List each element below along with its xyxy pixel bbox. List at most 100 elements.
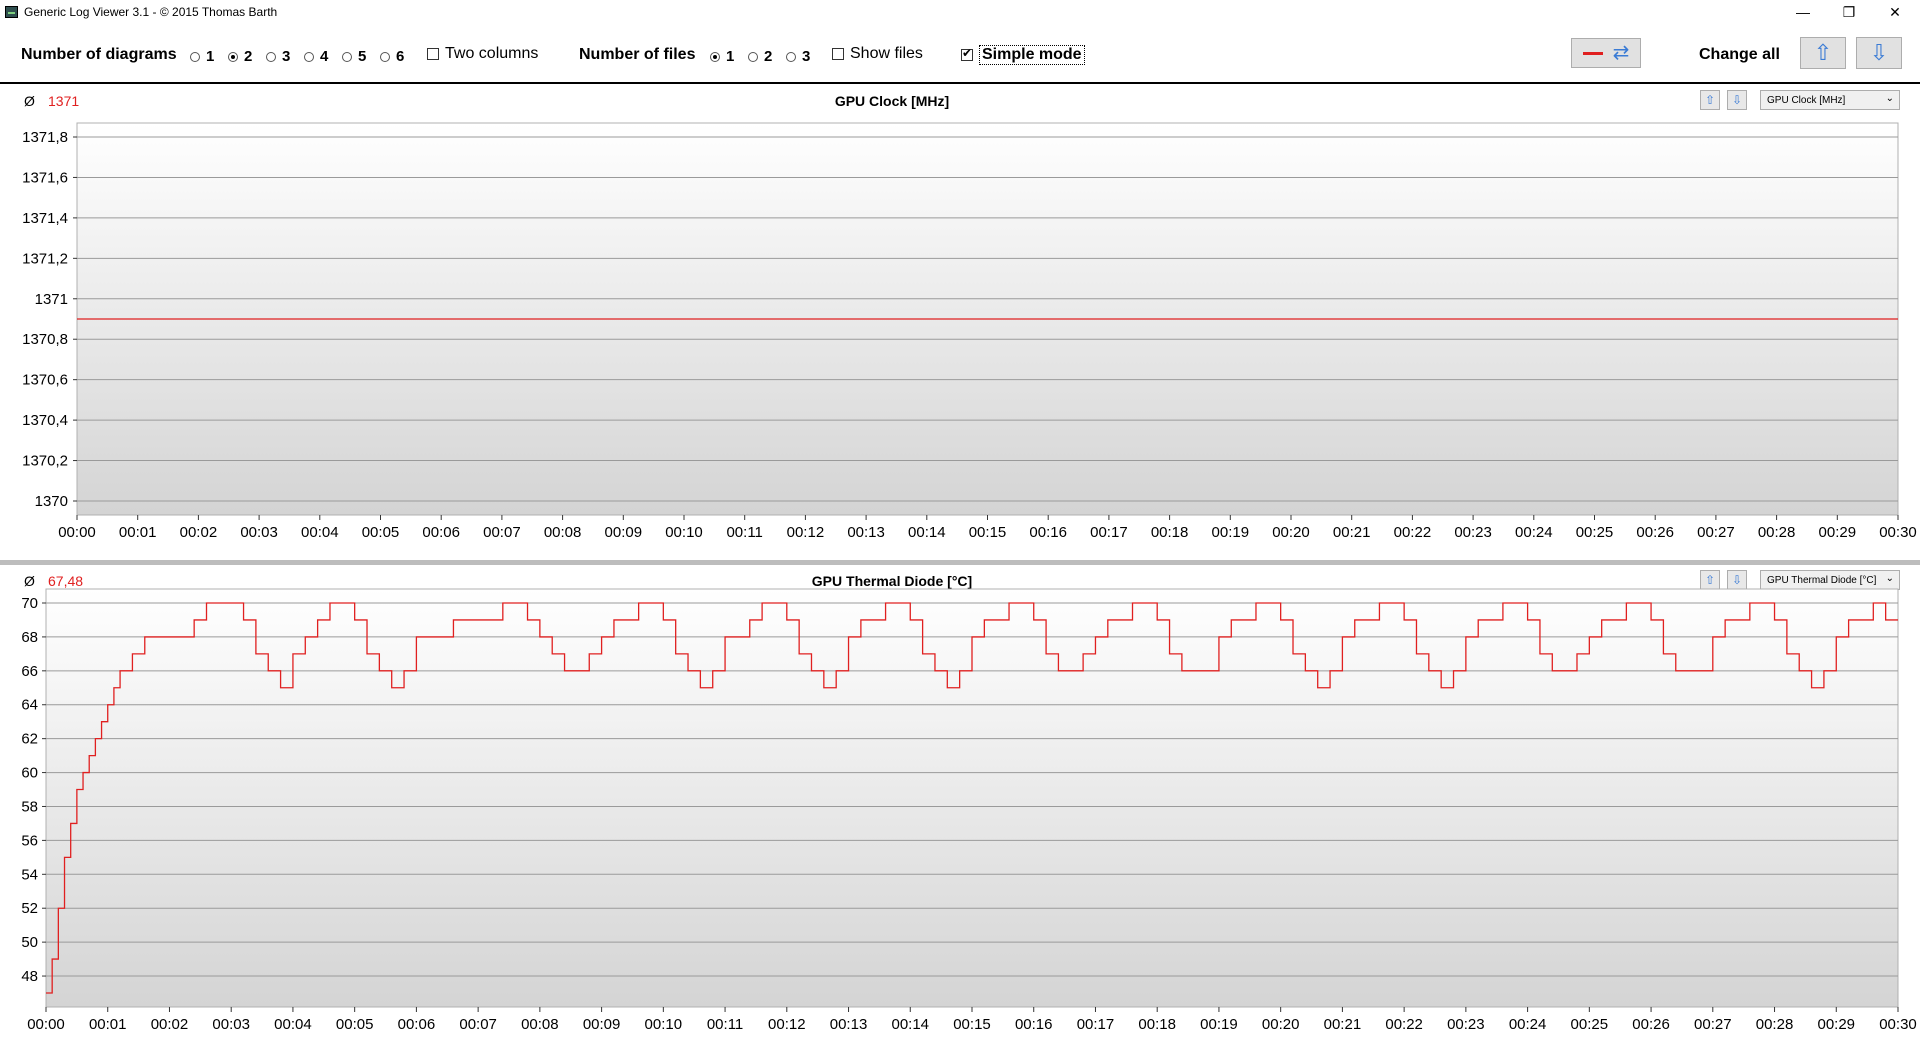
x-tick-label: 00:21 [1333, 524, 1371, 541]
x-tick-label: 00:02 [180, 524, 218, 541]
y-tick-label: 52 [21, 900, 38, 917]
x-tick-label: 00:22 [1394, 524, 1432, 541]
radio-label: 3 [802, 48, 811, 65]
move-all-down-button[interactable]: ⇩ [1856, 37, 1902, 69]
x-tick-label: 00:26 [1636, 524, 1674, 541]
x-tick-label: 00:11 [726, 524, 762, 541]
diagram-radio-4[interactable]: 4 [304, 48, 328, 65]
y-tick-label: 60 [21, 765, 38, 782]
change-all-label: Change all [1699, 46, 1780, 63]
x-tick-label: 00:11 [707, 1016, 743, 1033]
x-tick-label: 00:15 [953, 1016, 991, 1033]
x-tick-label: 00:29 [1817, 1016, 1855, 1033]
x-tick-label: 00:00 [58, 524, 96, 541]
x-tick-label: 00:12 [787, 524, 825, 541]
minimize-button[interactable]: — [1780, 0, 1826, 24]
y-tick-label: 1371,6 [22, 169, 68, 186]
x-tick-label: 00:29 [1819, 524, 1857, 541]
close-button[interactable]: ✕ [1872, 0, 1918, 24]
refresh-icon: ⇄ [1612, 42, 1630, 64]
y-tick-label: 56 [21, 832, 38, 849]
radio-label: 3 [282, 48, 291, 65]
x-tick-label: 00:23 [1454, 524, 1492, 541]
two-columns-checkbox[interactable]: Two columns [427, 45, 538, 63]
y-tick-label: 1370 [35, 493, 68, 510]
gpu-clock-chart: 1371,8 1371,6 1371,4 1371,2 1371 1370,8 1370,6… [22, 122, 1917, 541]
num-files-label: Number of files [579, 46, 696, 63]
restore-icon: ❐ [1842, 3, 1856, 20]
minimize-icon: — [1796, 4, 1810, 20]
x-tick-label: 00:24 [1509, 1016, 1547, 1033]
radio-label: 1 [206, 48, 215, 65]
diagram-radio-1[interactable]: 1 [190, 48, 214, 65]
x-tick-label: 00:28 [1758, 524, 1796, 541]
title-bar: Generic Log Viewer 3.1 - © 2015 Thomas B… [0, 0, 1920, 24]
x-tick-label: 00:24 [1515, 524, 1553, 541]
gpu-thermal-chart: 70 68 66 64 62 60 58 56 54 52 50 48 00:00 00:01 00:02 0… [21, 588, 1917, 1033]
x-tick-label: 00:06 [422, 524, 460, 541]
x-tick-label: 00:07 [483, 524, 521, 541]
y-tick-label: 1370,6 [22, 372, 68, 389]
x-tick-label: 00:21 [1324, 1016, 1362, 1033]
checkbox-label: Two columns [445, 45, 539, 62]
diagram-radio-2[interactable]: 2 [228, 48, 252, 65]
y-tick-label: 58 [21, 798, 38, 815]
x-tick-label: 00:04 [274, 1016, 312, 1033]
radio-label: 6 [396, 48, 405, 65]
x-tick-label: 00:27 [1694, 1016, 1732, 1033]
radio-dot [304, 51, 314, 62]
y-tick-label: 1371,2 [22, 250, 68, 267]
checkbox-label: Simple mode [979, 45, 1085, 65]
panel-divider[interactable] [0, 560, 1920, 565]
toolbar: Number of diagrams 1 2 3 4 5 6 Two colum… [0, 24, 1920, 84]
x-tick-label: 00:25 [1571, 1016, 1609, 1033]
diagram-radio-6[interactable]: 6 [380, 48, 404, 65]
x-tick-label: 00:01 [89, 1016, 127, 1033]
y-tick-label: 1370,8 [22, 331, 68, 348]
y-tick-label: 1370,4 [22, 412, 68, 429]
y-tick-label: 1371,4 [22, 210, 68, 227]
x-tick-label: 00:05 [362, 524, 400, 541]
file-radio-2[interactable]: 2 [748, 48, 772, 65]
x-tick-label: 00:00 [27, 1016, 65, 1033]
show-files-checkbox[interactable]: Show files [832, 45, 923, 63]
restore-button[interactable]: ❐ [1826, 0, 1872, 24]
checkbox-label: Show files [850, 45, 923, 62]
x-tick-label: 00:30 [1879, 1016, 1917, 1033]
x-tick-label: 00:17 [1077, 1016, 1115, 1033]
simple-mode-checkbox[interactable]: Simple mode [961, 45, 1085, 65]
arrow-down-icon: ⇩ [1869, 40, 1889, 65]
x-tick-label: 00:26 [1632, 1016, 1670, 1033]
x-tick-label: 00:04 [301, 524, 339, 541]
radio-label: 2 [244, 48, 253, 65]
x-tick-label: 00:01 [119, 524, 157, 541]
y-tick-label: 66 [21, 663, 38, 680]
x-tick-label: 00:05 [336, 1016, 374, 1033]
diagram-radio-3[interactable]: 3 [266, 48, 290, 65]
file-radio-1[interactable]: 1 [710, 48, 734, 65]
x-tick-label: 00:27 [1697, 524, 1735, 541]
diagram-panel-2: Ø 67,48 GPU Thermal Diode [°C] ⇧ ⇩ GPU T… [0, 566, 1920, 1040]
radio-label: 4 [320, 48, 329, 65]
x-tick-label: 00:13 [847, 524, 885, 541]
app-icon [5, 6, 18, 18]
x-tick-label: 00:14 [891, 1016, 929, 1033]
x-tick-label: 00:20 [1272, 524, 1310, 541]
x-tick-label: 00:08 [544, 524, 582, 541]
move-all-up-button[interactable]: ⇧ [1800, 37, 1846, 69]
diagram-radio-5[interactable]: 5 [342, 48, 366, 65]
x-tick-label: 00:09 [605, 524, 643, 541]
arrow-up-icon: ⇧ [1813, 40, 1833, 65]
x-tick-label: 00:22 [1385, 1016, 1423, 1033]
checkbox-box [961, 46, 973, 61]
x-tick-label: 00:18 [1138, 1016, 1176, 1033]
x-tick-label: 00:15 [969, 524, 1007, 541]
x-tick-label: 00:14 [908, 524, 946, 541]
radio-label: 5 [358, 48, 367, 65]
line-color-swap-button[interactable]: ⇄ [1571, 38, 1641, 68]
x-tick-label: 00:23 [1447, 1016, 1485, 1033]
file-radio-3[interactable]: 3 [786, 48, 810, 65]
y-tick-label: 62 [21, 731, 38, 748]
y-tick-label: 1371,8 [22, 129, 68, 146]
y-tick-label: 48 [21, 968, 38, 985]
